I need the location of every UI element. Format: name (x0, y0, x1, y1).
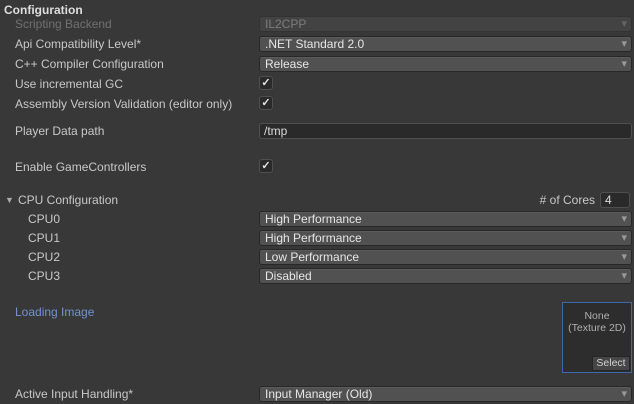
loading-image-object-field[interactable]: None (Texture 2D) Select (562, 302, 632, 373)
player-data-path-label: Player Data path (15, 123, 104, 139)
cpu0-value: High Performance (265, 212, 362, 226)
chevron-down-icon: ▾ (621, 212, 627, 226)
player-data-path-input[interactable] (259, 123, 632, 139)
chevron-down-icon: ▾ (621, 57, 627, 71)
scripting-backend-label: Scripting Backend (15, 16, 112, 32)
active-input-handling-label: Active Input Handling* (15, 386, 133, 402)
cores-count-label: # of Cores (540, 192, 595, 208)
cpu1-dropdown[interactable]: High Performance ▾ (259, 230, 632, 246)
cpu-configuration-foldout-label[interactable]: CPU Configuration (18, 192, 118, 208)
cpu2-value: Low Performance (265, 250, 359, 264)
active-input-handling-dropdown[interactable]: Input Manager (Old) ▾ (259, 386, 632, 402)
chevron-down-icon: ▾ (621, 269, 627, 283)
chevron-down-icon: ▾ (621, 387, 627, 401)
cpp-compiler-dropdown[interactable]: Release ▾ (259, 56, 632, 72)
cpu3-value: Disabled (265, 269, 312, 283)
cpp-compiler-label: C++ Compiler Configuration (15, 56, 164, 72)
chevron-down-icon: ▾ (621, 231, 627, 245)
object-field-value: None (Texture 2D) (563, 310, 631, 334)
cpp-compiler-value: Release (265, 57, 309, 71)
unity-player-settings-configuration-panel: Configuration Scripting Backend IL2CPP ▾… (0, 0, 634, 404)
api-compatibility-label: Api Compatibility Level* (15, 36, 141, 52)
cpu3-dropdown[interactable]: Disabled ▾ (259, 268, 632, 284)
incremental-gc-label: Use incremental GC (15, 76, 123, 92)
object-value-line1: None (563, 310, 631, 322)
checkmark-icon: ✓ (261, 77, 270, 89)
cpu1-value: High Performance (265, 231, 362, 245)
chevron-down-icon: ▾ (621, 37, 627, 51)
chevron-down-icon: ▾ (621, 17, 627, 31)
loading-image-label: Loading Image (15, 304, 94, 320)
cpu0-dropdown[interactable]: High Performance ▾ (259, 211, 632, 227)
cpu0-label: CPU0 (28, 211, 60, 227)
object-value-line2: (Texture 2D) (563, 322, 631, 334)
cores-count-input[interactable] (600, 192, 630, 208)
cpu3-label: CPU3 (28, 268, 60, 284)
select-texture-button[interactable]: Select (592, 356, 630, 371)
assembly-validation-label: Assembly Version Validation (editor only… (15, 96, 232, 112)
enable-gamecontrollers-label: Enable GameControllers (15, 159, 146, 175)
checkmark-icon: ✓ (261, 97, 270, 109)
scripting-backend-value: IL2CPP (265, 17, 306, 31)
cpu2-dropdown[interactable]: Low Performance ▾ (259, 249, 632, 265)
cpu2-label: CPU2 (28, 249, 60, 265)
api-compatibility-dropdown[interactable]: .NET Standard 2.0 ▾ (259, 36, 632, 52)
checkmark-icon: ✓ (261, 160, 270, 172)
active-input-handling-value: Input Manager (Old) (265, 387, 372, 401)
api-compatibility-value: .NET Standard 2.0 (265, 37, 364, 51)
enable-gamecontrollers-checkbox[interactable]: ✓ (259, 159, 273, 173)
scripting-backend-dropdown: IL2CPP ▾ (259, 16, 632, 32)
incremental-gc-checkbox[interactable]: ✓ (259, 76, 273, 90)
cpu1-label: CPU1 (28, 230, 60, 246)
assembly-validation-checkbox[interactable]: ✓ (259, 96, 273, 110)
chevron-down-icon: ▾ (621, 250, 627, 264)
foldout-open-icon[interactable]: ▼ (5, 192, 17, 208)
